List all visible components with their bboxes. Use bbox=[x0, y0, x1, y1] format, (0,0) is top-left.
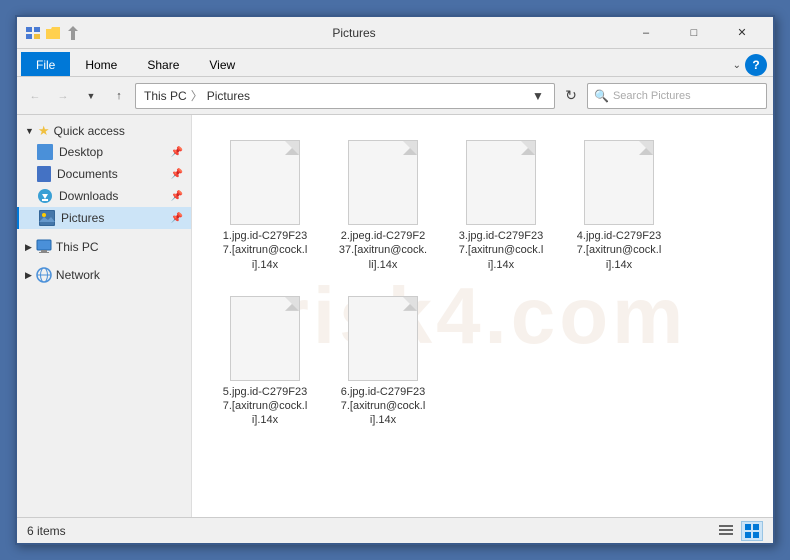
maximize-button[interactable]: □ bbox=[671, 17, 717, 49]
file-icon-3 bbox=[584, 140, 654, 225]
sidebar-section-quick-access[interactable]: ▼ ★ Quick access bbox=[17, 119, 191, 141]
documents-icon bbox=[37, 166, 51, 182]
file-icon-2 bbox=[466, 140, 536, 225]
sidebar-downloads-label: Downloads bbox=[59, 189, 118, 203]
search-placeholder: Search Pictures bbox=[613, 90, 691, 102]
network-icon bbox=[36, 267, 52, 283]
ribbon-tabs: File Home Share View ⌄ ? bbox=[17, 49, 773, 77]
sidebar-pictures-label: Pictures bbox=[61, 211, 104, 225]
window-controls: – □ ✕ bbox=[623, 17, 765, 49]
close-button[interactable]: ✕ bbox=[719, 17, 765, 49]
pin-icon-pictures: 📌 bbox=[171, 213, 183, 224]
title-bar: Pictures – □ ✕ bbox=[17, 17, 773, 49]
sidebar-desktop-label: Desktop bbox=[59, 145, 103, 159]
file-item-3[interactable]: 4.jpg.id-C279F237.[axitrun@cock.li].14x bbox=[564, 133, 674, 279]
pin-icon-desktop: 📌 bbox=[171, 147, 183, 158]
sidebar-item-downloads[interactable]: Downloads 📌 bbox=[17, 185, 191, 207]
pin-icon-documents: 📌 bbox=[171, 169, 183, 180]
file-icon-1 bbox=[348, 140, 418, 225]
downloads-icon bbox=[37, 188, 53, 204]
grid-view-button[interactable] bbox=[741, 521, 763, 541]
file-icon-0 bbox=[230, 140, 300, 225]
path-separator-1: 〉 bbox=[191, 87, 203, 104]
file-icon-4 bbox=[230, 296, 300, 381]
path-part-this-pc[interactable]: This PC bbox=[144, 89, 187, 103]
sidebar-section-this-pc[interactable]: ▶ This PC bbox=[17, 235, 191, 257]
file-item-1[interactable]: 2.jpeg.id-C279F237.[axitrun@cock.li].14x bbox=[328, 133, 438, 279]
status-bar: 6 items bbox=[17, 517, 773, 543]
path-dropdown-button[interactable]: ▼ bbox=[530, 83, 546, 109]
pin-icon-downloads: 📌 bbox=[171, 191, 183, 202]
main-area: ▼ ★ Quick access Desktop 📌 Documents 📌 D… bbox=[17, 115, 773, 517]
computer-icon bbox=[36, 239, 52, 255]
pictures-icon bbox=[39, 210, 55, 226]
network-chevron-icon: ▶ bbox=[25, 270, 32, 281]
file-name-3: 4.jpg.id-C279F237.[axitrun@cock.li].14x bbox=[577, 229, 662, 272]
sidebar-item-pictures[interactable]: Pictures 📌 bbox=[17, 207, 191, 229]
up-button[interactable]: ↑ bbox=[107, 84, 131, 108]
item-count: 6 items bbox=[27, 524, 66, 538]
star-icon: ★ bbox=[38, 123, 50, 139]
sidebar-documents-label: Documents bbox=[57, 167, 118, 181]
network-label: Network bbox=[56, 268, 100, 282]
file-explorer-window: Pictures – □ ✕ File Home Share View ⌄ ? … bbox=[15, 15, 775, 545]
refresh-button[interactable]: ↻ bbox=[559, 84, 583, 108]
folder-icon bbox=[45, 25, 61, 41]
forward-button[interactable]: → bbox=[51, 84, 75, 108]
title-bar-icons bbox=[25, 25, 81, 41]
tab-share[interactable]: Share bbox=[132, 52, 194, 76]
window-title: Pictures bbox=[85, 26, 623, 40]
quick-access-label: Quick access bbox=[54, 124, 125, 138]
file-name-4: 5.jpg.id-C279F237.[axitrun@cock.li].14x bbox=[223, 385, 308, 428]
address-path[interactable]: This PC 〉 Pictures ▼ bbox=[135, 83, 555, 109]
sidebar-section-network[interactable]: ▶ Network bbox=[17, 263, 191, 285]
file-name-5: 6.jpg.id-C279F237.[axitrun@cock.li].14x bbox=[341, 385, 426, 428]
file-name-2: 3.jpg.id-C279F237.[axitrun@cock.li].14x bbox=[459, 229, 544, 272]
quick-access-chevron-icon: ▼ bbox=[25, 126, 34, 136]
file-name-0: 1.jpg.id-C279F237.[axitrun@cock.li].14x bbox=[223, 229, 308, 272]
file-item-2[interactable]: 3.jpg.id-C279F237.[axitrun@cock.li].14x bbox=[446, 133, 556, 279]
file-icon-5 bbox=[348, 296, 418, 381]
search-box[interactable]: 🔍 Search Pictures bbox=[587, 83, 767, 109]
sidebar-item-documents[interactable]: Documents 📌 bbox=[17, 163, 191, 185]
view-controls bbox=[715, 521, 763, 541]
this-pc-label: This PC bbox=[56, 240, 99, 254]
file-item-5[interactable]: 6.jpg.id-C279F237.[axitrun@cock.li].14x bbox=[328, 289, 438, 435]
sidebar: ▼ ★ Quick access Desktop 📌 Documents 📌 D… bbox=[17, 115, 192, 517]
file-content-area: risk4.com 1.jpg.id-C279F237.[axitrun@coc… bbox=[192, 115, 773, 517]
tab-view[interactable]: View bbox=[194, 52, 250, 76]
recent-locations-button[interactable]: ▼ bbox=[79, 84, 103, 108]
file-item-4[interactable]: 5.jpg.id-C279F237.[axitrun@cock.li].14x bbox=[210, 289, 320, 435]
file-item-0[interactable]: 1.jpg.id-C279F237.[axitrun@cock.li].14x bbox=[210, 133, 320, 279]
address-bar: ← → ▼ ↑ This PC 〉 Pictures ▼ ↻ 🔍 Search … bbox=[17, 77, 773, 115]
file-name-1: 2.jpeg.id-C279F237.[axitrun@cock.li].14x bbox=[339, 229, 427, 272]
files-grid: 1.jpg.id-C279F237.[axitrun@cock.li].14x … bbox=[202, 125, 763, 443]
ribbon-collapse-button[interactable]: ⌄ bbox=[733, 60, 741, 71]
pin-icon bbox=[65, 25, 81, 41]
tab-home[interactable]: Home bbox=[70, 52, 132, 76]
minimize-button[interactable]: – bbox=[623, 17, 669, 49]
path-part-pictures[interactable]: Pictures bbox=[207, 89, 250, 103]
search-icon: 🔍 bbox=[594, 89, 609, 103]
list-view-button[interactable] bbox=[715, 521, 737, 541]
sidebar-item-desktop[interactable]: Desktop 📌 bbox=[17, 141, 191, 163]
desktop-icon bbox=[37, 144, 53, 160]
this-pc-chevron-icon: ▶ bbox=[25, 242, 32, 253]
quick-access-icon bbox=[25, 25, 41, 41]
tab-file[interactable]: File bbox=[21, 52, 70, 76]
back-button[interactable]: ← bbox=[23, 84, 47, 108]
help-button[interactable]: ? bbox=[745, 54, 767, 76]
